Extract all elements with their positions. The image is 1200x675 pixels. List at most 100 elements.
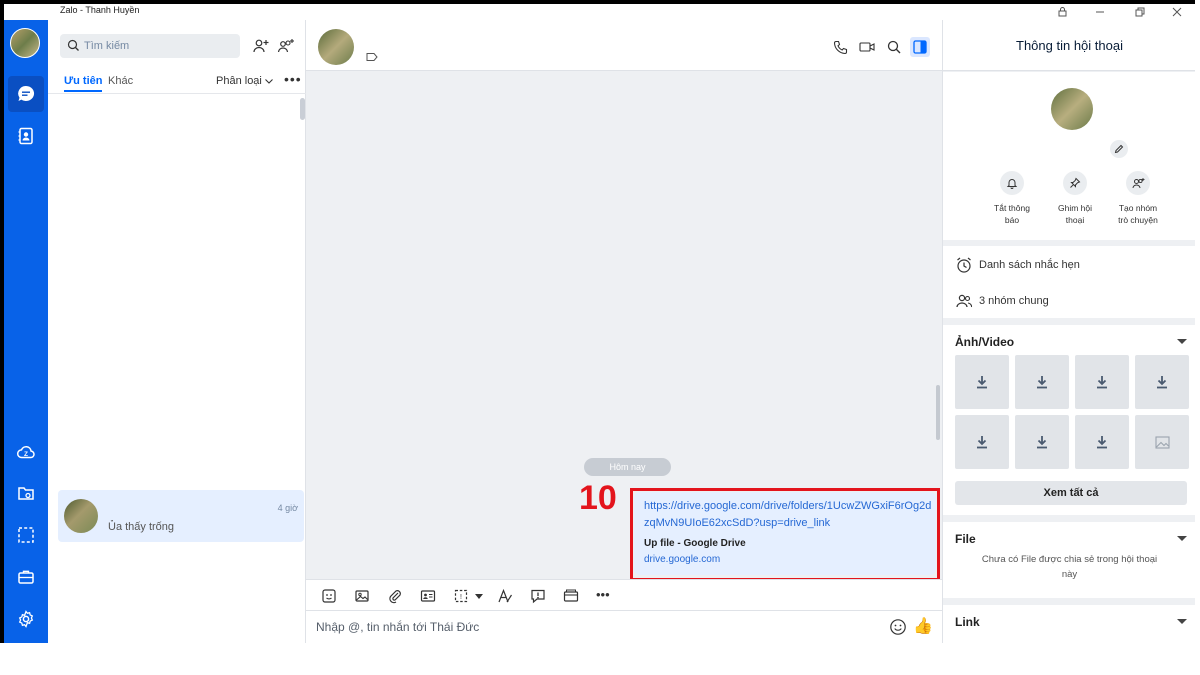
urgent-message-icon[interactable] — [530, 588, 546, 604]
media-thumbnail[interactable] — [955, 415, 1009, 469]
title-bar: Zalo - Thanh Huyền — [4, 4, 1195, 20]
more-tools-icon[interactable]: ••• — [596, 587, 610, 602]
date-separator: Hôm nay — [584, 458, 671, 476]
chevron-down-icon[interactable] — [264, 76, 274, 86]
media-thumbnail[interactable] — [1135, 355, 1189, 409]
people-icon — [956, 294, 973, 308]
media-section-title: Ảnh/Video — [955, 335, 1015, 349]
mute-notifications-button[interactable]: Tắt thông báo — [977, 171, 1047, 226]
search-input[interactable] — [84, 37, 234, 55]
chevron-down-icon[interactable] — [471, 588, 487, 604]
media-section: Ảnh/Video Xem tất cả — [943, 325, 1195, 515]
add-friend-icon[interactable] — [252, 37, 270, 55]
maximize-icon[interactable] — [1122, 4, 1158, 20]
minimize-icon[interactable] — [1082, 4, 1118, 20]
page-margin-bottom — [0, 643, 1200, 675]
cloud-icon[interactable]: Z — [8, 434, 44, 470]
search-box[interactable] — [60, 34, 240, 58]
emoji-icon[interactable] — [889, 618, 907, 636]
common-groups-row[interactable]: 3 nhóm chung — [955, 292, 1049, 310]
add-group-icon — [1126, 171, 1150, 195]
screenshot-capture-icon[interactable]: ! — [453, 588, 469, 604]
media-thumbnail[interactable] — [1075, 415, 1129, 469]
download-icon — [977, 436, 987, 449]
screenshot-icon[interactable] — [8, 517, 44, 553]
text-format-icon[interactable] — [497, 588, 513, 604]
conversation-time: 4 giờ — [277, 503, 298, 513]
more-options-icon[interactable]: ••• — [284, 71, 302, 87]
close-icon[interactable] — [1159, 4, 1195, 20]
collapse-file-icon[interactable] — [1177, 536, 1187, 541]
pin-conversation-button[interactable]: Ghim hội thoại — [1040, 171, 1110, 226]
phone-icon[interactable] — [830, 37, 850, 57]
link-section-title: Link — [955, 615, 980, 629]
media-thumbnail[interactable] — [1015, 415, 1069, 469]
attachment-icon[interactable] — [387, 588, 403, 604]
image-icon[interactable] — [354, 588, 370, 604]
conversation-last-message: Ủa thấy trống — [108, 521, 175, 533]
file-section: File Chưa có File được chia sẻ trong hội… — [943, 522, 1195, 598]
download-icon — [1097, 436, 1107, 449]
tag-icon[interactable] — [366, 52, 378, 62]
messages-icon[interactable] — [8, 76, 44, 112]
transfer-money-icon[interactable] — [563, 588, 579, 604]
svg-text:Z: Z — [24, 451, 28, 458]
search-icon — [67, 39, 79, 51]
conversation-item[interactable]: 4 giờ Ủa thấy trống — [58, 490, 304, 542]
tab-other[interactable]: Khác — [108, 75, 133, 87]
list-scrollbar[interactable] — [300, 98, 305, 120]
download-icon — [1037, 436, 1047, 449]
reminders-label: Danh sách nhắc hẹn — [979, 259, 1080, 271]
profile-card: Tắt thông báo Ghim hội thoại Tạo nhóm tr… — [943, 72, 1195, 240]
collapse-media-icon[interactable] — [1177, 339, 1187, 344]
bell-icon — [1000, 171, 1024, 195]
lock-icon[interactable] — [1044, 4, 1080, 20]
conversation-tabs: Ưu tiên Khác Phân loại ••• — [60, 71, 302, 92]
profile-avatar[interactable] — [1051, 88, 1093, 130]
contact-avatar[interactable] — [318, 29, 354, 65]
video-call-icon[interactable] — [857, 37, 877, 57]
contact-avatar — [64, 499, 98, 533]
common-groups-label: 3 nhóm chung — [979, 295, 1049, 307]
filter-dropdown[interactable]: Phân loại — [216, 75, 262, 87]
folder-icon[interactable] — [8, 475, 44, 511]
reminders-row[interactable]: Danh sách nhắc hẹn — [955, 256, 1080, 274]
highlight-annotation — [630, 488, 940, 581]
sticker-icon[interactable] — [321, 588, 337, 604]
toggle-info-panel-icon[interactable] — [910, 37, 930, 57]
settings-icon[interactable] — [8, 601, 44, 637]
conversation-info-panel: Thông tin hội thoại Tắt thông báo Ghim h… — [942, 20, 1195, 643]
edit-name-icon[interactable] — [1110, 140, 1128, 158]
briefcase-icon[interactable] — [8, 559, 44, 595]
alarm-clock-icon — [957, 257, 971, 273]
collapse-link-icon[interactable] — [1177, 619, 1187, 624]
see-all-media-button[interactable]: Xem tất cả — [955, 481, 1187, 505]
media-thumbnail[interactable] — [1135, 415, 1189, 469]
svg-text:!: ! — [460, 594, 462, 601]
divider — [48, 93, 306, 94]
chat-area: Hôm nay https://drive.google.com/drive/f… — [306, 20, 942, 643]
media-thumbnail[interactable] — [955, 355, 1009, 409]
quick-like-icon[interactable]: 👍 — [913, 616, 933, 636]
create-group-icon[interactable] — [277, 37, 295, 55]
search-icon[interactable] — [884, 37, 904, 57]
create-group-label: Tạo nhóm trò chuyện — [1118, 203, 1158, 225]
step-number: 10 — [579, 479, 617, 517]
chat-header — [306, 20, 942, 71]
media-thumbnail[interactable] — [1015, 355, 1069, 409]
link-section: Link — [943, 605, 1195, 643]
contact-card-icon[interactable] — [420, 588, 436, 604]
chat-scrollbar[interactable] — [936, 385, 940, 440]
image-placeholder-icon — [1154, 435, 1170, 449]
pin-icon — [1063, 171, 1087, 195]
user-avatar[interactable] — [10, 28, 40, 58]
contacts-icon[interactable] — [8, 118, 44, 154]
media-thumbnail[interactable] — [1075, 355, 1129, 409]
message-input[interactable] — [316, 617, 876, 637]
pin-conversation-label: Ghim hội thoại — [1057, 203, 1092, 225]
file-section-title: File — [955, 532, 976, 546]
quick-links-card: Danh sách nhắc hẹn 3 nhóm chung — [943, 246, 1195, 318]
download-icon — [977, 376, 987, 389]
create-group-button[interactable]: Tạo nhóm trò chuyện — [1103, 171, 1173, 226]
tab-priority[interactable]: Ưu tiên — [64, 75, 103, 92]
